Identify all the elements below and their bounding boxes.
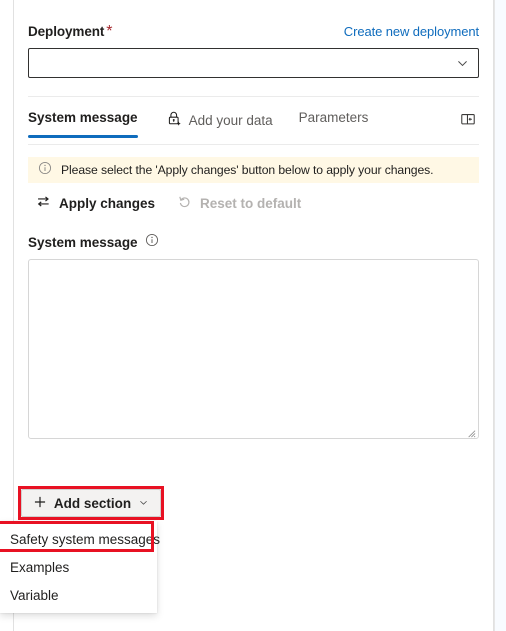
menu-item-label: Examples <box>10 559 70 575</box>
divider-under-tabs <box>28 144 479 145</box>
info-circle-icon[interactable] <box>145 233 159 252</box>
system-message-label-row: System message <box>28 233 479 252</box>
apply-changes-button[interactable]: Apply changes <box>36 194 155 212</box>
tab-parameters-label: Parameters <box>298 110 369 125</box>
plus-icon <box>33 495 47 512</box>
system-message-label: System message <box>28 235 138 250</box>
tab-system-message-label: System message <box>28 110 138 125</box>
active-tab-underline <box>28 135 138 138</box>
tab-add-your-data[interactable]: Add your data <box>166 108 273 130</box>
panel-collapse-icon[interactable] <box>457 108 479 130</box>
menu-item-label: Safety system messages <box>10 531 161 547</box>
deployment-select[interactable] <box>28 48 479 78</box>
resize-grip-icon[interactable] <box>465 425 476 438</box>
apply-changes-label: Apply changes <box>59 195 156 211</box>
info-banner-text: Please select the 'Apply changes' button… <box>61 163 434 177</box>
chevron-down-icon <box>456 57 469 70</box>
info-circle-icon <box>38 161 52 180</box>
apply-changes-info-banner: Please select the 'Apply changes' button… <box>28 157 479 183</box>
add-section-menu: Safety system messages Examples Variable <box>0 521 161 613</box>
menu-item-label: Variable <box>10 587 59 603</box>
chevron-down-icon <box>138 496 149 511</box>
add-section-label: Add section <box>53 495 132 511</box>
tab-system-message[interactable]: System message <box>28 108 138 138</box>
tab-add-your-data-label: Add your data <box>188 112 273 128</box>
lock-icon <box>166 110 183 130</box>
required-asterisk: * <box>106 23 113 40</box>
undo-arrow-icon <box>177 194 192 212</box>
reset-to-default-button[interactable]: Reset to default <box>177 194 301 212</box>
system-message-textarea[interactable] <box>28 259 479 439</box>
tab-strip: System message Add your data Parameters <box>28 97 479 144</box>
swap-arrows-icon <box>36 194 51 212</box>
menu-item-variable[interactable]: Variable <box>0 581 157 609</box>
menu-item-safety-system-messages[interactable]: Safety system messages <box>0 525 161 553</box>
right-gutter <box>494 0 506 631</box>
reset-to-default-label: Reset to default <box>200 195 302 211</box>
tab-parameters[interactable]: Parameters <box>299 108 369 125</box>
add-section-button[interactable]: Add section <box>21 489 161 517</box>
menu-item-examples[interactable]: Examples <box>0 553 157 581</box>
deployment-label-text: Deployment <box>28 24 105 39</box>
create-new-deployment-link[interactable]: Create new deployment <box>344 24 479 39</box>
command-bar: Apply changes Reset to default <box>28 185 479 221</box>
deployment-header-row: Deployment * Create new deployment <box>28 0 479 41</box>
deployment-label: Deployment * <box>28 23 113 41</box>
add-section-wrapper: Add section <box>21 489 161 517</box>
